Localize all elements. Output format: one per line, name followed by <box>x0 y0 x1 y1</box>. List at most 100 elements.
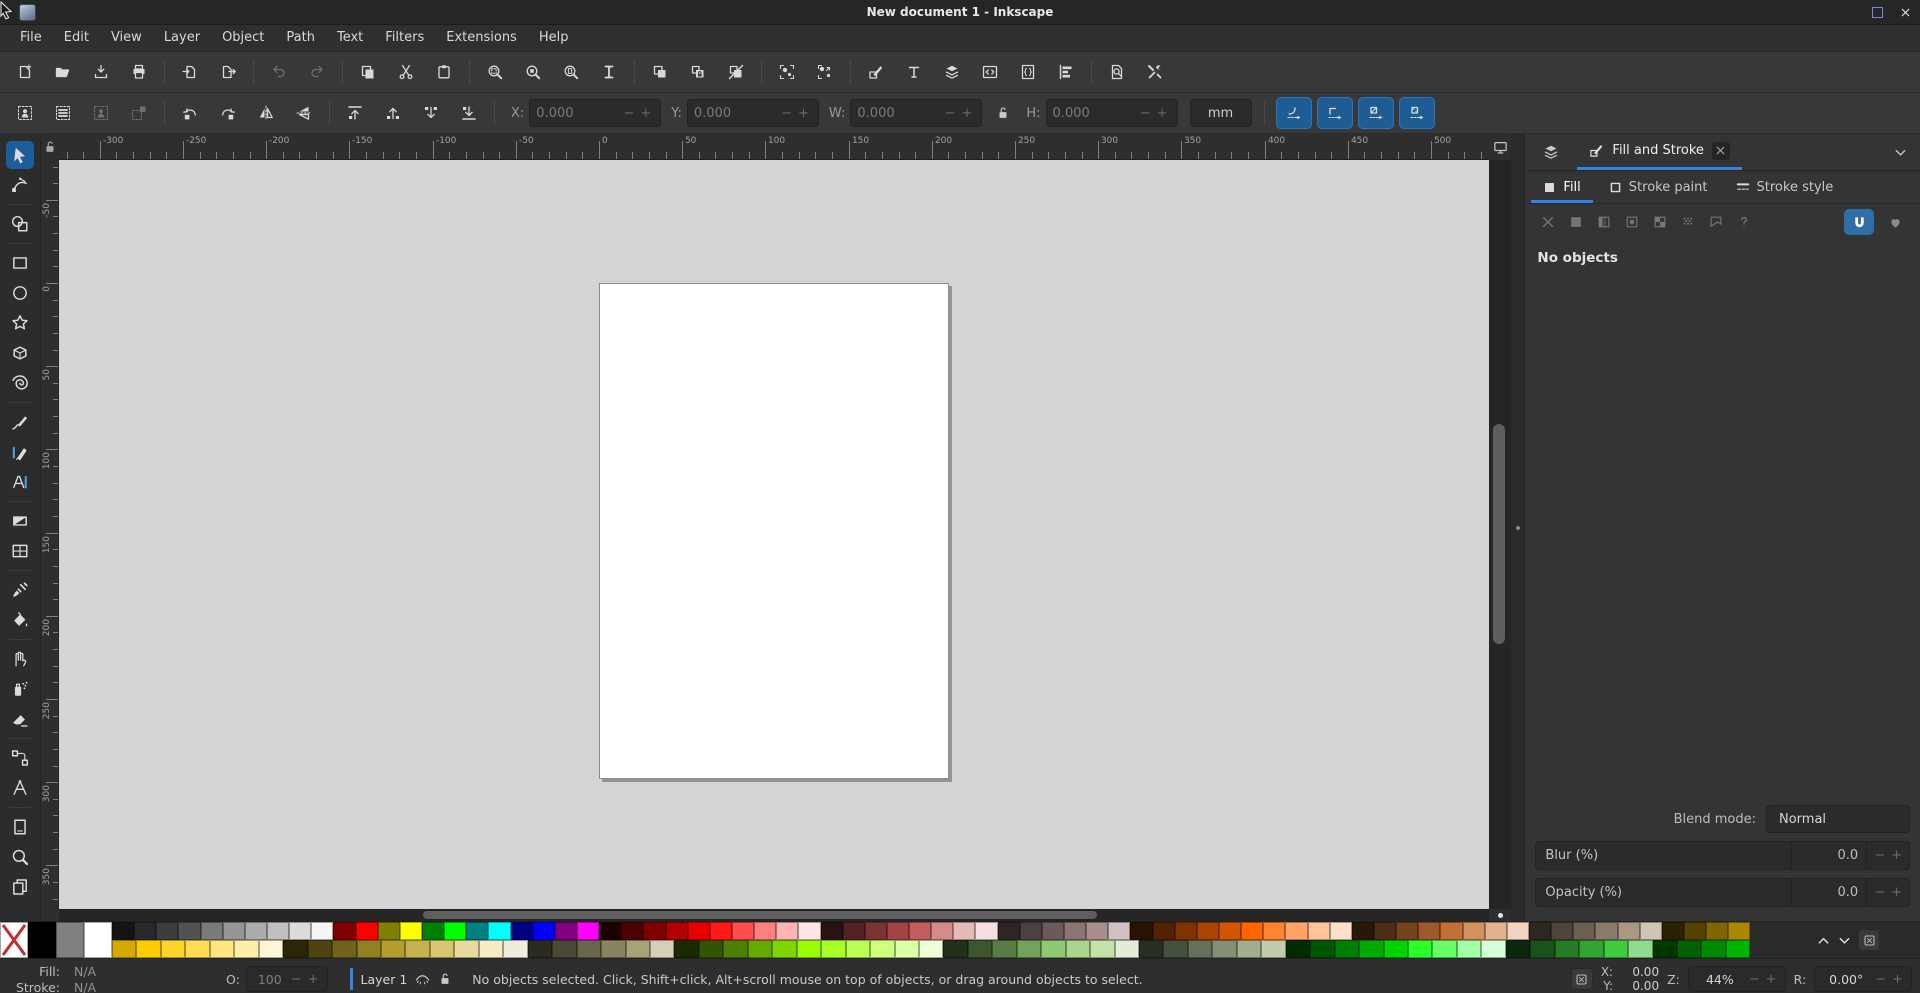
w-field[interactable]: 0.000 − + <box>850 99 983 127</box>
create-clone-button[interactable] <box>679 56 717 88</box>
tab-stroke-paint[interactable]: Stroke paint <box>1597 171 1720 203</box>
palette-swatch[interactable] <box>532 922 555 940</box>
palette-swatch[interactable] <box>796 940 822 958</box>
palette-swatch[interactable] <box>772 940 797 958</box>
palette-swatch[interactable] <box>1086 922 1109 940</box>
dialog-document-properties-button[interactable] <box>1009 56 1047 88</box>
palette-swatch[interactable] <box>1728 922 1750 940</box>
close-button[interactable] <box>1899 6 1912 19</box>
palette-swatch[interactable] <box>1130 922 1153 940</box>
palette-no-color-swatch[interactable] <box>0 922 28 958</box>
unknown-paint-button[interactable] <box>1731 210 1757 234</box>
palette-swatch[interactable] <box>798 922 821 940</box>
palette-swatch[interactable] <box>466 922 489 940</box>
palette-swatch[interactable] <box>1579 940 1604 958</box>
vertical-scrollbar[interactable] <box>1489 160 1512 909</box>
palette-swatch[interactable] <box>1163 940 1188 958</box>
palette-swatch[interactable] <box>405 940 430 958</box>
zoom-drawing-button[interactable] <box>514 56 552 88</box>
dialog-text-button[interactable] <box>895 56 933 88</box>
palette-swatch[interactable] <box>503 940 528 958</box>
palette-swatch[interactable] <box>1285 940 1311 958</box>
palette-swatch[interactable] <box>258 940 284 958</box>
document-new-button[interactable] <box>6 56 44 88</box>
palette-swatch[interactable] <box>1212 940 1237 958</box>
palette-swatch[interactable] <box>380 940 406 958</box>
palette-swatch[interactable] <box>307 940 333 958</box>
edit-redo-button[interactable] <box>298 56 336 88</box>
palette-swatch[interactable] <box>1351 922 1375 940</box>
palette-swatch[interactable] <box>266 922 290 940</box>
style-swatch-button[interactable] <box>1570 968 1593 990</box>
document-import-button[interactable] <box>171 56 209 88</box>
palette-swatch[interactable] <box>200 922 223 940</box>
palette-swatch[interactable] <box>674 940 699 958</box>
palette-swatch[interactable] <box>112 940 137 958</box>
palette-swatch[interactable] <box>1554 940 1580 958</box>
palette-swatch[interactable] <box>1603 940 1629 958</box>
zoom-page-width-button[interactable] <box>590 56 628 88</box>
palette-swatch[interactable] <box>1263 922 1286 940</box>
flip-vertical-button[interactable] <box>285 97 323 129</box>
palette-swatch[interactable] <box>1329 922 1352 940</box>
palette-swatch[interactable] <box>289 922 312 940</box>
edit-paste-button[interactable] <box>425 56 463 88</box>
w-plus[interactable]: + <box>958 106 975 121</box>
rotation-field[interactable]: 0.00° − + <box>1814 966 1912 992</box>
menu-help[interactable]: Help <box>528 25 580 51</box>
palette-swatch[interactable] <box>1241 922 1264 940</box>
no-paint-button[interactable] <box>1535 210 1561 234</box>
palette-swatch[interactable] <box>625 940 650 958</box>
palette-swatch[interactable] <box>1408 940 1433 958</box>
palette-swatch[interactable] <box>283 940 308 958</box>
swatch-paint-button[interactable] <box>1703 210 1729 234</box>
dialog-align-button[interactable] <box>1047 56 1085 88</box>
connector-tool[interactable] <box>6 744 34 772</box>
h-plus[interactable]: + <box>1154 106 1171 121</box>
canvas[interactable] <box>58 160 1490 909</box>
linear-gradient-button[interactable] <box>1591 210 1617 234</box>
palette-swatch[interactable] <box>1440 922 1463 940</box>
color-managed-display-button[interactable] <box>1489 134 1512 160</box>
opacity-plus-button[interactable]: + <box>1888 885 1905 900</box>
palette-swatch[interactable] <box>1307 922 1330 940</box>
fill-rule-nz-button[interactable] <box>1844 209 1874 235</box>
ellipse-tool[interactable] <box>6 279 34 307</box>
blur-slider[interactable]: Blur (%) <box>1535 841 1793 870</box>
palette-scroll-down-icon[interactable] <box>1837 933 1852 948</box>
object-opacity-field[interactable]: 100 − + <box>245 966 328 992</box>
dock-resize-handle[interactable] <box>1511 134 1525 921</box>
object-opacity-minus[interactable]: − <box>288 972 305 987</box>
mesh-tool[interactable] <box>6 537 34 565</box>
palette-swatch[interactable] <box>1639 922 1662 940</box>
layer-lock-icon[interactable] <box>438 972 452 986</box>
palette-swatch[interactable] <box>56 922 84 958</box>
palette-swatch[interactable] <box>1617 922 1640 940</box>
opacity-minus-button[interactable]: − <box>1871 885 1888 900</box>
select-all-layers-button[interactable] <box>44 97 82 129</box>
palette-swatch[interactable] <box>1064 922 1087 940</box>
palette-swatch[interactable] <box>332 940 357 958</box>
document-print-button[interactable] <box>120 56 158 88</box>
palette-swatch[interactable] <box>1530 940 1555 958</box>
dots-pattern-button[interactable] <box>1675 210 1701 234</box>
palette-swatch[interactable] <box>185 940 210 958</box>
palette-swatch[interactable] <box>244 922 267 940</box>
horizontal-scrollbar[interactable] <box>58 909 1490 921</box>
palette-swatch[interactable] <box>1285 922 1308 940</box>
palette-swatch[interactable] <box>601 940 626 958</box>
palette-swatch[interactable] <box>754 922 777 940</box>
palette-swatch[interactable] <box>1261 940 1286 958</box>
palette-swatch[interactable] <box>429 940 455 958</box>
palette-swatch[interactable] <box>156 922 179 940</box>
palette-swatch[interactable] <box>1041 940 1066 958</box>
menu-filters[interactable]: Filters <box>374 25 435 51</box>
palette-swatch[interactable] <box>112 922 135 940</box>
palette-swatch[interactable] <box>845 940 871 958</box>
palette-swatch[interactable] <box>1481 940 1506 958</box>
group-button[interactable] <box>768 56 806 88</box>
palette-swatch[interactable] <box>918 940 944 958</box>
blend-mode-dropdown[interactable]: Normal <box>1766 805 1910 833</box>
palette-swatch[interactable] <box>1418 922 1441 940</box>
horizontal-scrollbar-thumb[interactable] <box>422 911 1097 919</box>
